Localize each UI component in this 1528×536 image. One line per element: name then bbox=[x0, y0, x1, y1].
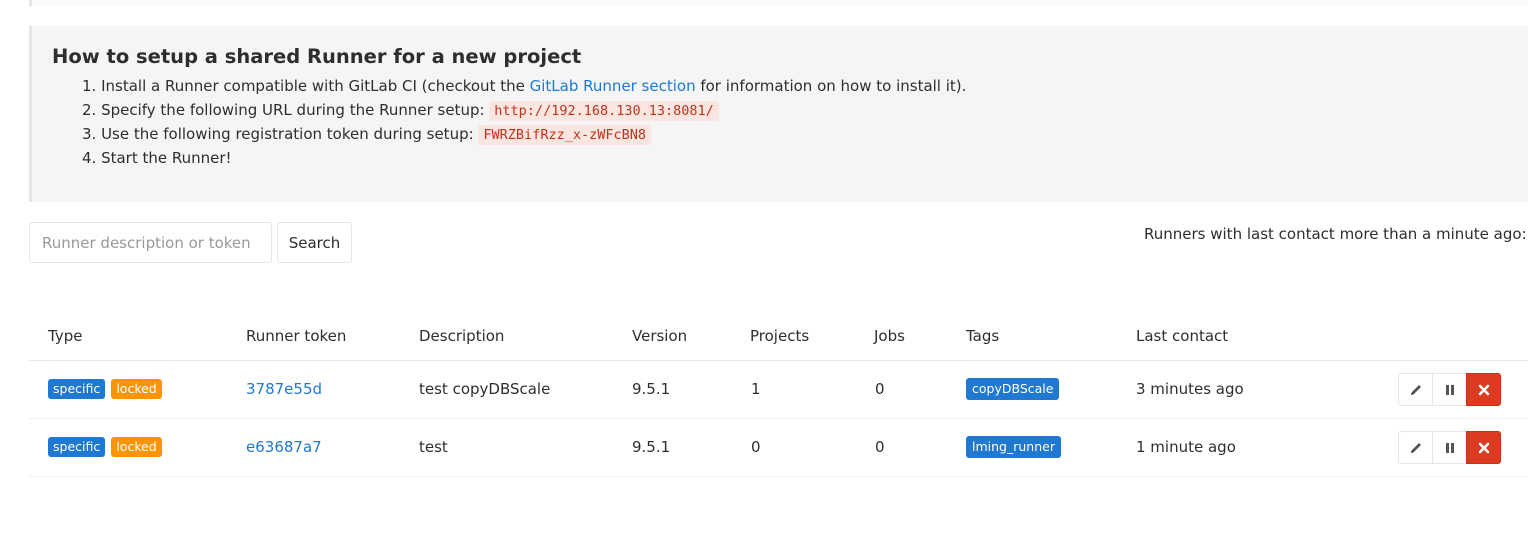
setup-steps: 1. Install a Runner compatible with GitL… bbox=[82, 74, 966, 170]
specific-badge: specific bbox=[48, 437, 106, 457]
locked-badge: locked bbox=[111, 379, 162, 399]
runner-actions bbox=[1398, 431, 1501, 464]
runner-tag-badge: lming_runner bbox=[966, 436, 1061, 458]
remove-runner-button[interactable] bbox=[1466, 431, 1501, 464]
runner-token-link[interactable]: e63687a7 bbox=[246, 437, 322, 457]
setup-step-1: 1. Install a Runner compatible with GitL… bbox=[82, 77, 967, 95]
runner-url: http://192.168.130.13:8081/ bbox=[489, 101, 719, 121]
runner-token-link[interactable]: 3787e55d bbox=[246, 379, 322, 399]
runner-version: 9.5.1 bbox=[632, 438, 671, 456]
pause-runner-button[interactable] bbox=[1432, 373, 1467, 406]
setup-step-3: 3. Use the following registration token … bbox=[82, 122, 966, 146]
setup-step-4: 4. Start the Runner! bbox=[82, 149, 232, 167]
header-last-contact: Last contact bbox=[1136, 327, 1229, 345]
registration-token: FWRZBifRzz_x-zWFcBN8 bbox=[478, 125, 651, 145]
header-version: Version bbox=[632, 327, 688, 345]
runner-jobs: 0 bbox=[875, 380, 885, 398]
search-button[interactable]: Search bbox=[277, 222, 352, 263]
runner-tag-badge: copyDBScale bbox=[966, 378, 1060, 400]
pause-runner-button[interactable] bbox=[1432, 431, 1467, 464]
runner-projects: 1 bbox=[751, 380, 761, 398]
pencil-icon bbox=[1410, 442, 1421, 453]
runner-projects: 0 bbox=[751, 438, 761, 456]
locked-badge: locked bbox=[111, 437, 162, 457]
last-contact-summary: Runners with last contact more than a mi… bbox=[1144, 225, 1528, 243]
runner-description: test copyDBScale bbox=[419, 380, 551, 398]
close-icon bbox=[1478, 442, 1489, 453]
header-tags: Tags bbox=[966, 327, 1000, 345]
pencil-icon bbox=[1410, 384, 1421, 395]
table-row: specific locked e63687a7 test 9.5.1 0 0 … bbox=[29, 419, 1528, 477]
close-icon bbox=[1478, 384, 1489, 395]
edit-runner-button[interactable] bbox=[1398, 373, 1433, 406]
previous-panel-edge bbox=[29, 0, 1528, 6]
edit-runner-button[interactable] bbox=[1398, 431, 1433, 464]
header-type: Type bbox=[48, 327, 83, 345]
table-header: Type Runner token Description Version Pr… bbox=[29, 310, 1528, 361]
runner-jobs: 0 bbox=[875, 438, 885, 456]
header-jobs: Jobs bbox=[874, 327, 905, 345]
table-row: specific locked 3787e55d test copyDBScal… bbox=[29, 361, 1528, 419]
runner-description: test bbox=[419, 438, 448, 456]
runner-type-badges: specific locked bbox=[48, 436, 163, 457]
runner-search-input[interactable] bbox=[29, 222, 272, 263]
shared-runner-setup-panel: How to setup a shared Runner for a new p… bbox=[29, 26, 1528, 202]
header-description: Description bbox=[419, 327, 505, 345]
remove-runner-button[interactable] bbox=[1466, 373, 1501, 406]
runners-table: Type Runner token Description Version Pr… bbox=[29, 310, 1528, 477]
runner-version: 9.5.1 bbox=[632, 380, 671, 398]
setup-title: How to setup a shared Runner for a new p… bbox=[52, 45, 582, 68]
runner-last-contact: 1 minute ago bbox=[1136, 438, 1236, 456]
pause-icon bbox=[1445, 442, 1454, 453]
runner-type-badges: specific locked bbox=[48, 378, 163, 399]
header-projects: Projects bbox=[750, 327, 810, 345]
runner-last-contact: 3 minutes ago bbox=[1136, 380, 1244, 398]
pause-icon bbox=[1445, 384, 1454, 395]
runner-actions bbox=[1398, 373, 1501, 406]
gitlab-runner-section-link[interactable]: GitLab Runner section bbox=[530, 77, 696, 95]
specific-badge: specific bbox=[48, 379, 106, 399]
setup-step-2: 2. Specify the following URL during the … bbox=[82, 98, 966, 122]
header-runner-token: Runner token bbox=[246, 327, 347, 345]
